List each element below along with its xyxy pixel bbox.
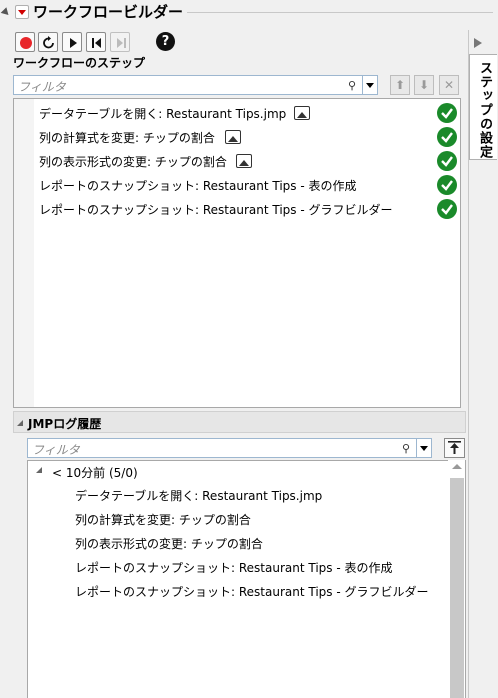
scroll-thumb[interactable]: [450, 478, 464, 698]
steps-filter-input[interactable]: フィルタ ⚲: [13, 75, 363, 95]
image-icon[interactable]: [236, 154, 252, 168]
scroll-up-icon[interactable]: [452, 464, 462, 469]
image-icon[interactable]: [294, 106, 310, 120]
check-icon: [437, 151, 457, 171]
log-item[interactable]: 列の表示形式の変更: チップの割合: [75, 535, 263, 552]
check-icon: [437, 127, 457, 147]
step-back-button[interactable]: [86, 32, 106, 52]
help-button[interactable]: ?: [156, 32, 175, 51]
log-filter-dropdown[interactable]: [416, 438, 432, 458]
record-icon: [20, 37, 32, 49]
check-icon: [437, 103, 457, 123]
step-label: レポートのスナップショット: Restaurant Tips - グラフビルダー: [39, 203, 393, 217]
log-item[interactable]: 列の計算式を変更: チップの割合: [75, 511, 251, 528]
step-settings-tab-label: ステップの設定: [477, 61, 492, 159]
record-button[interactable]: [15, 32, 35, 52]
log-group-label: < 10分前 (5/0): [52, 466, 138, 480]
step-item[interactable]: 列の計算式を変更: チップの割合: [39, 125, 459, 149]
steps-section-label: ワークフローのステップ: [13, 56, 146, 70]
step-back-icon: [92, 38, 101, 48]
step-label: 列の計算式を変更: チップの割合: [39, 131, 215, 145]
group-collapse-icon[interactable]: [36, 467, 42, 473]
log-filter-input[interactable]: フィルタ ⚲: [27, 438, 417, 458]
step-item[interactable]: レポートのスナップショット: Restaurant Tips - 表の作成: [39, 173, 459, 197]
steps-list: データテーブルを開く: Restaurant Tips.jmp 列の計算式を変更…: [13, 98, 461, 408]
step-item[interactable]: 列の表示形式の変更: チップの割合: [39, 149, 459, 173]
title-divider: [187, 12, 493, 13]
title-bar: ワークフロービルダー: [0, 0, 498, 26]
reset-icon: [43, 36, 54, 49]
steps-filter-placeholder: フィルタ: [18, 80, 66, 94]
image-icon[interactable]: [225, 130, 241, 144]
step-label: データテーブルを開く: Restaurant Tips.jmp: [39, 107, 287, 121]
collapse-triangle-icon[interactable]: [0, 7, 12, 18]
search-icon: ⚲: [348, 79, 357, 92]
step-forward-icon: [117, 38, 126, 48]
play-icon: [70, 38, 77, 48]
search-icon: ⚲: [402, 442, 411, 455]
step-label: レポートのスナップショット: Restaurant Tips - 表の作成: [39, 179, 357, 193]
steps-list-gutter: [14, 99, 34, 407]
step-item[interactable]: データテーブルを開く: Restaurant Tips.jmp: [39, 101, 459, 125]
step-settings-tab[interactable]: ステップの設定: [469, 54, 497, 160]
log-item[interactable]: レポートのスナップショット: Restaurant Tips - 表の作成: [75, 559, 393, 576]
move-up-button[interactable]: ⬆: [390, 75, 410, 95]
log-item[interactable]: データテーブルを開く: Restaurant Tips.jmp: [75, 487, 322, 504]
step-forward-button[interactable]: [110, 32, 130, 52]
step-item[interactable]: レポートのスナップショット: Restaurant Tips - グラフビルダー: [39, 197, 459, 221]
expand-arrow-icon[interactable]: [474, 38, 482, 48]
log-list: < 10分前 (5/0) データテーブルを開く: Restaurant Tips…: [27, 460, 466, 698]
add-to-workflow-button[interactable]: [444, 438, 465, 458]
play-button[interactable]: [62, 32, 82, 52]
check-icon: [437, 175, 457, 195]
collapse-triangle-icon[interactable]: [17, 420, 23, 426]
delete-step-button[interactable]: ✕: [439, 75, 459, 95]
window-title: ワークフロービルダー: [33, 3, 184, 21]
log-filter-placeholder: フィルタ: [32, 443, 80, 457]
steps-filter-dropdown[interactable]: [362, 75, 378, 95]
log-item[interactable]: レポートのスナップショット: Restaurant Tips - グラフビルダー: [75, 583, 429, 600]
move-down-button[interactable]: ⬇: [414, 75, 434, 95]
log-section-header[interactable]: JMPログ履歴: [13, 411, 466, 433]
move-to-top-icon: [448, 441, 461, 454]
check-icon: [437, 199, 457, 219]
step-label: 列の表示形式の変更: チップの割合: [39, 155, 227, 169]
red-triangle-menu-icon[interactable]: [15, 5, 29, 19]
log-section-label: JMPログ履歴: [28, 417, 102, 431]
reset-button[interactable]: [38, 32, 58, 52]
